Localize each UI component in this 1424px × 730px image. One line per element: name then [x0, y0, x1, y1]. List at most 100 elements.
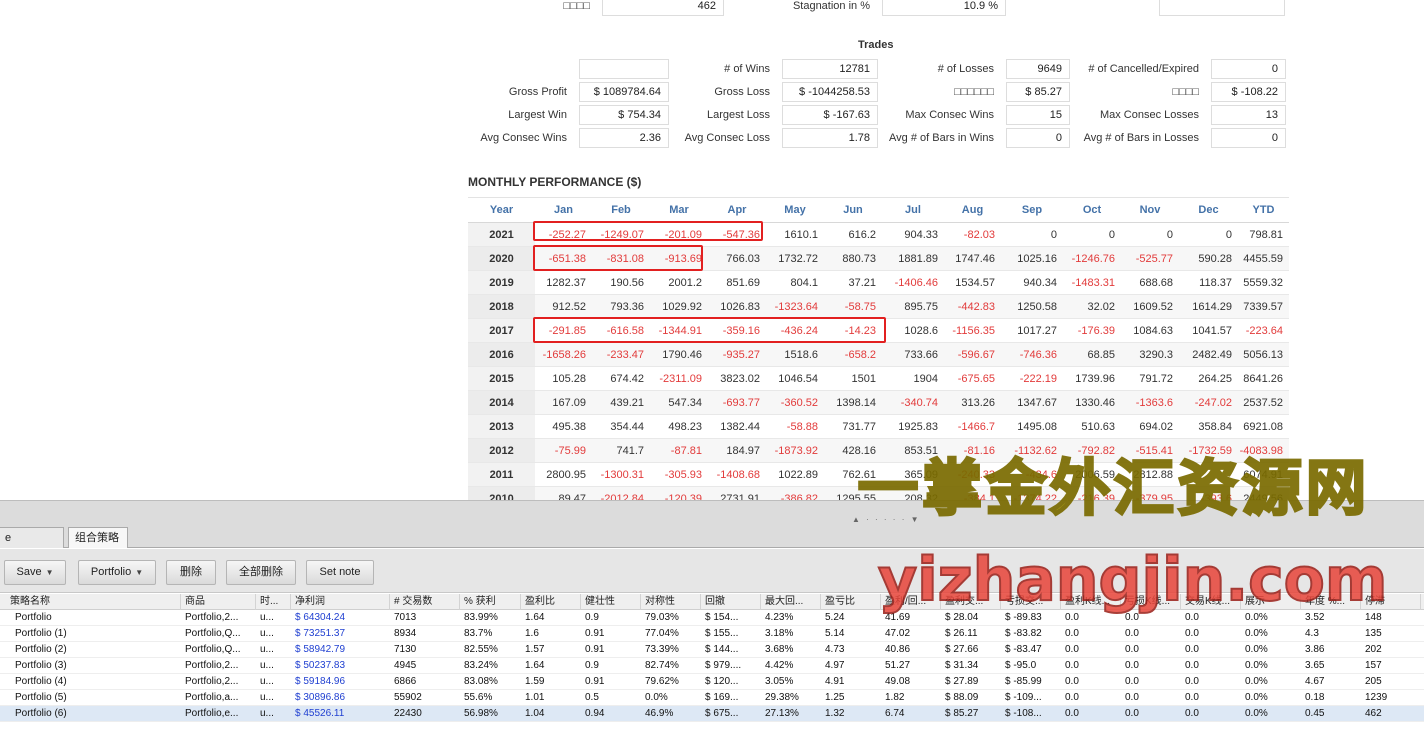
grid-cell: 83.7% — [464, 628, 493, 639]
monthly-row: 2013 495.38 354.44 498.23 1382.44 -58.88 731.7… — [468, 414, 1289, 439]
grid-row[interactable]: Portfolio (2) Portfolio,Q... u... $ 58942.7… — [0, 642, 1424, 658]
grid-col-header[interactable]: 最大回... — [761, 594, 821, 610]
monthly-value-cell: 1614.29 — [1179, 294, 1238, 319]
monthly-row: 2017 -291.85 -616.58 -1344.91 -359.16 -436.24… — [468, 318, 1289, 343]
monthly-value-cell: 7339.57 — [1238, 294, 1289, 319]
grid-cell: 82.74% — [645, 660, 679, 671]
grid-cell: 0.0% — [1245, 676, 1268, 687]
grid-row[interactable]: Portfolio (6) Portfolio,e... u... $ 45526.1… — [0, 706, 1424, 722]
grid-col-header[interactable]: 净利润 — [291, 594, 390, 610]
watermark-url: yizhangjin.com — [877, 544, 1388, 616]
delete-button[interactable]: 删除 — [166, 560, 216, 585]
grid-cell: 4.73 — [825, 644, 845, 655]
monthly-value-cell: -360.52 — [766, 390, 824, 415]
grid-cell: 79.62% — [645, 676, 679, 687]
grid-cell: 462 — [1365, 708, 1382, 719]
monthly-value-cell: -436.24 — [766, 318, 824, 343]
grid-cell: 6866 — [394, 676, 417, 687]
grid-col-header[interactable]: % 获利 — [460, 594, 521, 610]
grid-cell: 0.18 — [1305, 692, 1325, 703]
grid-cell: 0.91 — [585, 644, 605, 655]
dropdown-caret-icon: ▼ — [135, 568, 144, 577]
delete-all-button[interactable]: 全部删除 — [226, 560, 296, 585]
monthly-value-cell: -1300.31 — [592, 462, 650, 487]
grid-cell: $ 85.27 — [945, 708, 979, 719]
grid-row[interactable]: Portfolio (3) Portfolio,2... u... $ 50237.8… — [0, 658, 1424, 674]
grid-col-header[interactable]: 时... — [256, 594, 291, 610]
grid-col-header[interactable]: 策略名称 — [6, 594, 181, 610]
grid-col-header[interactable]: 回撤 — [701, 594, 761, 610]
grid-cell: 73.39% — [645, 644, 679, 655]
monthly-year-cell: 2017 — [468, 318, 535, 343]
grid-col-header[interactable]: 健壮性 — [581, 594, 641, 610]
grid-cell: 0.91 — [585, 676, 605, 687]
grid-cell: 0.45 — [1305, 708, 1325, 719]
monthly-value-cell: -616.58 — [592, 318, 650, 343]
grid-cell: $ 144... — [705, 644, 739, 655]
monthly-year-cell: 2021 — [468, 222, 535, 247]
grid-cell: 3.68% — [765, 644, 794, 655]
grid-cell: 1239 — [1365, 692, 1388, 703]
grid-row[interactable]: Portfolio (5) Portfolio,a... u... $ 30896.8… — [0, 690, 1424, 706]
monthly-value-cell: 118.37 — [1179, 270, 1238, 295]
trades-value-r0-c2: 9649 — [1006, 59, 1070, 79]
monthly-value-cell: 1881.89 — [882, 246, 944, 271]
trades-value-r3-c2: 0 — [1006, 128, 1070, 148]
grid-col-header[interactable]: 对称性 — [641, 594, 701, 610]
save-button[interactable]: Save ▼ — [4, 560, 66, 585]
grid-cell: 1.01 — [525, 692, 545, 703]
grid-cell: $ 30896.86 — [295, 692, 346, 703]
monthly-value-cell: 313.26 — [944, 390, 1001, 415]
monthly-value-cell: -305.93 — [650, 462, 708, 487]
monthly-row: 2018 912.52 793.36 1029.92 1026.83 -1323.64 -5… — [468, 294, 1289, 319]
monthly-year-cell: 2019 — [468, 270, 535, 295]
grid-cell: 3.18% — [765, 628, 794, 639]
grid-cell: 1.82 — [885, 692, 905, 703]
grid-cell: 0.0 — [1185, 644, 1199, 655]
monthly-value-cell: -1658.26 — [535, 342, 592, 367]
portfolio-button-label: Portfolio — [90, 566, 132, 578]
grid-cell: $ 31.34 — [945, 660, 979, 671]
trades-value-r1-c0: $ 1089784.64 — [579, 82, 669, 102]
monthly-value-cell: 0 — [1179, 222, 1238, 247]
grid-cell: Portfolio (3) — [15, 660, 67, 671]
trades-label-r3-c2: Avg # of Bars in Wins — [889, 132, 994, 144]
monthly-value-cell: -291.85 — [535, 318, 592, 343]
grid-cell: 202 — [1365, 644, 1382, 655]
grid-row[interactable]: Portfolio (4) Portfolio,2... u... $ 59184.9… — [0, 674, 1424, 690]
grid-cell: 0.0 — [1125, 628, 1139, 639]
grid-cell: $ 979.... — [705, 660, 742, 671]
monthly-value-cell: -87.81 — [650, 438, 708, 463]
grid-col-header[interactable]: # 交易数 — [390, 594, 460, 610]
portfolio-button[interactable]: Portfolio ▼ — [78, 560, 156, 585]
monthly-value-cell: 793.36 — [592, 294, 650, 319]
grid-row[interactable]: Portfolio (1) Portfolio,Q... u... $ 73251.3… — [0, 626, 1424, 642]
grid-col-header[interactable]: 商品 — [181, 594, 256, 610]
tab-portfolio-strategies[interactable]: 组合策略 — [68, 527, 128, 548]
grid-cell: 0.0 — [1185, 660, 1199, 671]
monthly-value-cell: 354.44 — [592, 414, 650, 439]
grid-cell: $ -83.82 — [1005, 628, 1042, 639]
monthly-value-cell: 940.34 — [1001, 270, 1063, 295]
monthly-value-cell: -58.75 — [824, 294, 882, 319]
grid-cell: 1.6 — [525, 628, 539, 639]
grid-cell: 77.04% — [645, 628, 679, 639]
trades-label-r2-c1: Largest Loss — [707, 109, 770, 121]
monthly-value-cell: 1250.58 — [1001, 294, 1063, 319]
top-label-1: □□□□ — [563, 0, 590, 12]
grid-col-header[interactable]: 盈亏比 — [821, 594, 881, 610]
monthly-value-cell: -935.27 — [708, 342, 766, 367]
monthly-value-cell: 1026.83 — [708, 294, 766, 319]
monthly-value-cell: -120.39 — [650, 486, 708, 500]
grid-col-header[interactable]: 盈利比 — [521, 594, 581, 610]
grid-cell: 4.42% — [765, 660, 794, 671]
monthly-value-cell: -252.27 — [535, 222, 592, 247]
set-note-button[interactable]: Set note — [306, 560, 374, 585]
monthly-year-cell: 2011 — [468, 462, 535, 487]
grid-cell: 0.9 — [585, 612, 599, 623]
trades-title: Trades — [858, 39, 894, 51]
grid-cell: 7013 — [394, 612, 417, 623]
tab-strategies[interactable]: e strategies — [0, 527, 64, 564]
monthly-value-cell: 1610.1 — [766, 222, 824, 247]
grid-cell: u... — [260, 660, 274, 671]
